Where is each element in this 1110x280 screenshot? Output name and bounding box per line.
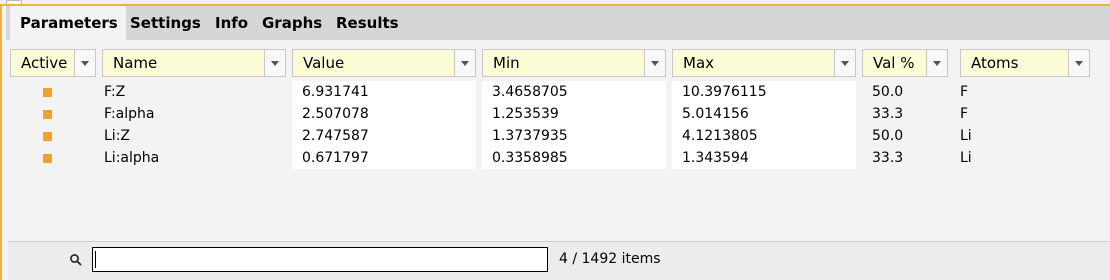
min-cell[interactable]: 1.253539 [482,103,666,125]
min-cell[interactable]: 1.3737935 [482,125,666,147]
value-cell[interactable]: 0.671797 [292,147,476,169]
valpct-cell: 33.3 [872,150,904,166]
value-cell[interactable]: 2.507078 [292,103,476,125]
tab-graphs[interactable]: Graphs [256,6,328,40]
column-label: Max [683,54,715,72]
column-label: Min [493,54,520,72]
chevron-down-icon[interactable] [644,50,665,76]
column-label: Value [303,54,345,72]
atoms-cell: Li [960,150,972,166]
chevron-down-icon[interactable] [264,50,285,76]
min-cell[interactable]: 3.4658705 [482,81,666,103]
value-cell[interactable]: 2.747587 [292,125,476,147]
column-header-row: Active Name Value Min Max Val % Atoms [6,49,1110,77]
tab-info[interactable]: Info [209,6,254,40]
max-cell[interactable]: 10.3976115 [672,81,856,103]
chevron-down-icon[interactable] [834,50,855,76]
min-cell[interactable]: 0.3358985 [482,147,666,169]
active-marker-icon[interactable] [43,154,52,163]
column-header-min[interactable]: Min [482,49,666,77]
atoms-cell: F [960,106,969,122]
column-header-valpct[interactable]: Val % [862,49,948,77]
chevron-down-icon[interactable] [74,50,95,76]
filter-bar: 4 / 1492 items [8,241,1110,280]
parameters-panel: Active Name Value Min Max Val % Atoms F:… [6,40,1110,280]
parameter-table: F:Z 6.931741 3.4658705 10.3976115 50.0 F… [6,81,1110,169]
name-cell: Li:Z [104,128,130,144]
value-cell[interactable]: 6.931741 [292,81,476,103]
column-label: Atoms [971,54,1019,72]
table-row[interactable]: Li:alpha 0.671797 0.3358985 1.343594 33.… [6,147,1110,169]
column-label: Val % [873,54,915,72]
table-row[interactable]: Li:Z 2.747587 1.3737935 4.1213805 50.0 L… [6,125,1110,147]
table-row[interactable]: F:Z 6.931741 3.4658705 10.3976115 50.0 F [6,81,1110,103]
chevron-down-icon[interactable] [926,50,947,76]
column-header-value[interactable]: Value [292,49,476,77]
column-header-name[interactable]: Name [102,49,286,77]
active-marker-icon[interactable] [43,110,52,119]
chevron-down-icon[interactable] [454,50,475,76]
active-marker-icon[interactable] [43,88,52,97]
name-cell: F:alpha [104,106,155,122]
tab-parameters[interactable]: Parameters [10,6,126,40]
tab-bar: Parameters Settings Info Graphs Results [6,6,1110,40]
column-label: Name [113,54,158,72]
active-marker-icon[interactable] [43,132,52,141]
column-header-atoms[interactable]: Atoms [960,49,1090,77]
column-header-active[interactable]: Active [10,49,96,77]
valpct-cell: 50.0 [872,84,904,100]
search-icon [69,253,83,267]
item-count: 4 / 1492 items [559,251,661,267]
column-label: Active [21,54,68,72]
valpct-cell: 33.3 [872,106,904,122]
max-cell[interactable]: 1.343594 [672,147,856,169]
max-cell[interactable]: 5.014156 [672,103,856,125]
atoms-cell: F [960,84,969,100]
tab-results[interactable]: Results [330,6,405,40]
atoms-cell: Li [960,128,972,144]
max-cell[interactable]: 4.1213805 [672,125,856,147]
valpct-cell: 50.0 [872,128,904,144]
name-cell: F:Z [104,84,126,100]
search-input[interactable] [92,247,548,272]
tab-settings[interactable]: Settings [124,6,207,40]
text-cursor [95,251,96,268]
table-row[interactable]: F:alpha 2.507078 1.253539 5.014156 33.3 … [6,103,1110,125]
column-header-max[interactable]: Max [672,49,856,77]
name-cell: Li:alpha [104,150,160,166]
chevron-down-icon[interactable] [1068,50,1089,76]
